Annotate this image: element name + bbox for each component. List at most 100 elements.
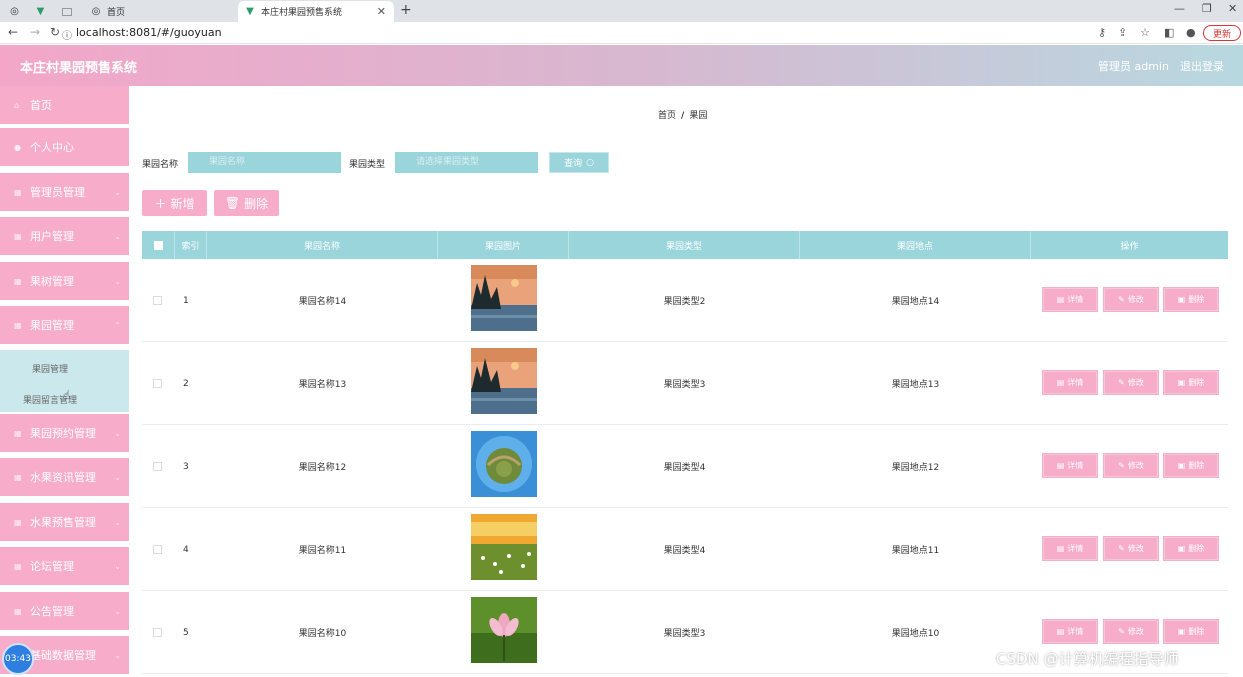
share-icon[interactable]: ⇪ xyxy=(1118,26,1127,39)
chevron-down-icon: ⌄ xyxy=(114,231,121,241)
url-field[interactable]: localhost:8081/#/guoyuan xyxy=(76,26,222,39)
edit-button[interactable]: ✎ 修改 xyxy=(1103,370,1159,395)
back-icon[interactable]: ← xyxy=(8,25,18,39)
sidebar-item-presale[interactable]: ▦ 水果预售管理 ⌄ xyxy=(0,503,129,543)
row-delete-button[interactable]: ▣ 删除 xyxy=(1163,287,1219,312)
sidebar-item-users[interactable]: ▦ 用户管理 ⌄ xyxy=(0,217,129,257)
row-index: 4 xyxy=(183,544,189,555)
row-type: 果园类型3 xyxy=(663,380,706,390)
query-label: 查询 xyxy=(564,159,583,169)
forward-icon[interactable]: → xyxy=(30,25,40,39)
search-icon: ○ xyxy=(586,157,594,168)
tab-pinned-1[interactable]: ◎ xyxy=(4,1,30,22)
row-image xyxy=(471,597,537,663)
address-bar: ← → ↻ ⓘ localhost:8081/#/guoyuan ⚷ ⇪ ☆ ◧… xyxy=(0,22,1243,44)
sidebar-item-orchards[interactable]: ▦ 果园管理 ⌃ xyxy=(0,306,129,346)
detail-label: 详情 xyxy=(1067,627,1084,636)
name-search-label: 果园名称 xyxy=(142,160,179,170)
edit-button[interactable]: ✎ 修改 xyxy=(1103,453,1159,478)
trash-icon: ▣ xyxy=(1177,295,1186,304)
table-row: 2 果园名称13 果园类型3 果园地点13 ▤ 详情 ✎ 修改 ▣ 删除 xyxy=(142,342,1228,425)
edit-label: 修改 xyxy=(1127,295,1144,304)
close-window-icon[interactable]: ✕ xyxy=(1228,2,1237,15)
row-index: 5 xyxy=(183,627,189,638)
select-all-checkbox[interactable] xyxy=(153,240,163,250)
row-checkbox[interactable] xyxy=(153,628,162,637)
restore-icon[interactable]: ❐ xyxy=(1202,2,1212,15)
row-name: 果园名称10 xyxy=(298,629,347,639)
doc-icon: ▤ xyxy=(1056,378,1065,387)
edit-button[interactable]: ✎ 修改 xyxy=(1103,619,1159,644)
breadcrumb-separator: / xyxy=(681,111,685,121)
sidebar-item-notices[interactable]: ▦ 公告管理 ⌄ xyxy=(0,592,129,632)
sidebar-item-profile[interactable]: ● 个人中心 xyxy=(0,128,129,168)
row-checkbox[interactable] xyxy=(153,462,162,471)
detail-button[interactable]: ▤ 详情 xyxy=(1042,619,1098,644)
sidebar-item-reservations[interactable]: ▦ 果园预约管理 ⌄ xyxy=(0,414,129,454)
chevron-down-icon: ⌄ xyxy=(114,276,121,286)
table-header: 索引 果园名称 果园图片 果园类型 果园地点 操作 xyxy=(142,231,1228,259)
tab-pinned-2[interactable]: ▼ xyxy=(30,1,56,22)
doc-icon: ▤ xyxy=(1056,544,1065,553)
edit-label: 修改 xyxy=(1127,378,1144,387)
edit-button[interactable]: ✎ 修改 xyxy=(1103,536,1159,561)
tab-pinned-3[interactable] xyxy=(56,1,82,22)
edit-button[interactable]: ✎ 修改 xyxy=(1103,287,1159,312)
edit-label: 修改 xyxy=(1127,627,1144,636)
sidebar-item-trees[interactable]: ▦ 果树管理 ⌄ xyxy=(0,262,129,302)
submenu-item-orchards[interactable]: 果园管理 xyxy=(32,362,68,375)
detail-button[interactable]: ▤ 详情 xyxy=(1042,453,1098,478)
home-icon: ⌂ xyxy=(14,100,20,110)
tab-active[interactable]: ▼ 本庄村果园预售系统 ✕ xyxy=(238,1,394,22)
breadcrumb: 首页 / 果园 xyxy=(658,108,707,121)
update-button[interactable]: 更新 xyxy=(1203,25,1241,41)
site-info-icon[interactable]: ⓘ xyxy=(62,27,72,42)
row-image xyxy=(471,431,537,497)
sidebar-item-home[interactable]: ⌂ 首页 xyxy=(0,86,129,126)
key-icon[interactable]: ⚷ xyxy=(1098,26,1106,39)
row-image xyxy=(471,514,537,580)
row-delete-button[interactable]: ▣ 删除 xyxy=(1163,370,1219,395)
row-delete-button[interactable]: ▣ 删除 xyxy=(1163,536,1219,561)
type-search-select[interactable]: 请选择果园类型 xyxy=(395,152,538,173)
sidebar-item-news[interactable]: ▦ 水果资讯管理 ⌄ xyxy=(0,458,129,498)
row-checkbox[interactable] xyxy=(153,379,162,388)
detail-button[interactable]: ▤ 详情 xyxy=(1042,536,1098,561)
edit-label: 修改 xyxy=(1127,461,1144,470)
tab-home[interactable]: ◎ 首页 xyxy=(86,1,236,22)
type-search-placeholder: 请选择果园类型 xyxy=(416,157,480,167)
detail-button[interactable]: ▤ 详情 xyxy=(1042,287,1098,312)
row-checkbox[interactable] xyxy=(153,296,162,305)
row-delete-button[interactable]: ▣ 删除 xyxy=(1163,453,1219,478)
new-tab-button[interactable]: + xyxy=(400,2,412,18)
delete-button[interactable]: 🗑 删除 xyxy=(214,190,279,216)
row-location: 果园地点11 xyxy=(891,546,940,556)
profile-icon[interactable]: ● xyxy=(1186,26,1196,39)
close-icon[interactable]: ✕ xyxy=(377,5,386,18)
chevron-down-icon: ⌄ xyxy=(114,472,121,482)
grid-icon: ▦ xyxy=(14,561,22,571)
trash-icon: ▣ xyxy=(1177,627,1186,636)
query-button[interactable]: 查询 ○ xyxy=(549,152,609,173)
chevron-down-icon: ⌄ xyxy=(114,517,121,527)
sidebar-item-forum[interactable]: ▦ 论坛管理 ⌄ xyxy=(0,547,129,587)
reload-icon[interactable]: ↻ xyxy=(50,25,60,39)
watermark: CSDN @计算机编程指导师 xyxy=(996,650,1179,668)
detail-button[interactable]: ▤ 详情 xyxy=(1042,370,1098,395)
vue-icon: ▼ xyxy=(246,6,254,17)
update-label: 更新 xyxy=(1212,29,1231,40)
sidepanel-icon[interactable]: ◧ xyxy=(1164,26,1174,39)
add-button[interactable]: ＋新增 xyxy=(142,190,207,216)
row-delete-button[interactable]: ▣ 删除 xyxy=(1163,619,1219,644)
sidebar-item-label: 果园预约管理 xyxy=(30,427,96,440)
grid-icon: ▦ xyxy=(14,320,22,330)
breadcrumb-home[interactable]: 首页 xyxy=(658,111,676,121)
logout-link[interactable]: 退出登录 xyxy=(1180,58,1224,74)
star-icon[interactable]: ☆ xyxy=(1140,26,1150,39)
sidebar-item-admin[interactable]: ▦ 管理员管理 ⌄ xyxy=(0,173,129,213)
delete-label: 删除 xyxy=(1188,461,1205,470)
minimize-icon[interactable]: — xyxy=(1174,2,1185,15)
row-checkbox[interactable] xyxy=(153,545,162,554)
name-search-placeholder: 果园名称 xyxy=(209,157,246,167)
name-search-input[interactable]: 果园名称 xyxy=(188,152,341,173)
